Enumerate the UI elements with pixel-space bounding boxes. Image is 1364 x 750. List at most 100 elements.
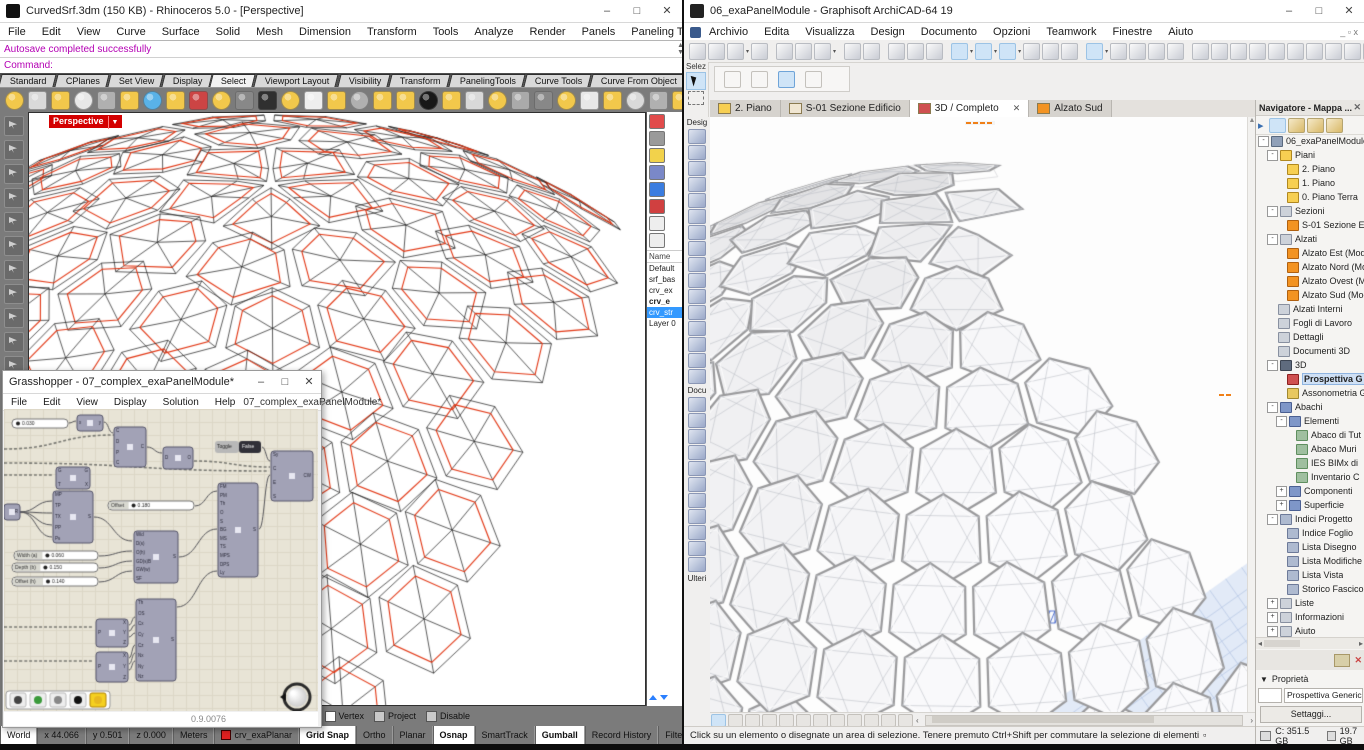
undo-icon[interactable]: [844, 43, 861, 60]
tree-item-documenti-3d[interactable]: Documenti 3D: [1256, 344, 1364, 358]
toggle-grid-snap[interactable]: Grid Snap: [299, 726, 356, 744]
tab-s-01-sezione-edificio[interactable]: S-01 Sezione Edificio: [781, 100, 910, 117]
osnap-project[interactable]: Project: [374, 711, 416, 722]
menu-design[interactable]: Design: [863, 24, 913, 40]
toggle-filter[interactable]: Filter: [658, 726, 682, 744]
disable-checkbox[interactable]: [426, 711, 437, 722]
menu-edit[interactable]: Edit: [35, 395, 68, 410]
layer-dropdown-icon[interactable]: [951, 43, 968, 60]
menu-help[interactable]: Help: [207, 395, 244, 410]
pick-parameters-icon[interactable]: [907, 43, 924, 60]
color-wheel-icon[interactable]: [189, 91, 208, 110]
tree-item-informazioni[interactable]: +Informazioni: [1256, 610, 1364, 624]
guide-lines-dropdown-icon[interactable]: [975, 43, 992, 60]
layer-scroll-arrows[interactable]: [649, 692, 668, 702]
expand-toggle[interactable]: -: [1258, 136, 1269, 147]
toggle-record-history[interactable]: Record History: [585, 726, 659, 744]
archicad-viewport-canvas[interactable]: [710, 117, 1256, 712]
measure-icon[interactable]: [1230, 43, 1247, 60]
scroll-left-icon[interactable]: ‹: [916, 716, 919, 725]
model-size-icon[interactable]: [711, 714, 726, 727]
open-file-icon[interactable]: [708, 43, 725, 60]
fit-icon[interactable]: [1249, 43, 1266, 60]
new-file-icon[interactable]: [51, 91, 70, 110]
view-map-icon[interactable]: [1288, 118, 1305, 133]
layer-row[interactable]: Default: [647, 263, 683, 274]
undo-icon[interactable]: [97, 91, 116, 110]
polyline-tool-icon[interactable]: [4, 260, 24, 280]
tree-item-piani[interactable]: -Piani: [1256, 148, 1364, 162]
close-button[interactable]: ✕: [1334, 1, 1364, 21]
toolbox-tool-icon[interactable]: [688, 493, 706, 508]
grasshopper-canvas[interactable]: [4, 409, 318, 711]
tree-item-assonometria-ge[interactable]: Assonometria Ge: [1256, 386, 1364, 400]
menu-documento[interactable]: Documento: [913, 24, 985, 40]
tree-item-inventario-c[interactable]: Inventario C: [1256, 470, 1364, 484]
toolbox-tool-icon[interactable]: [688, 413, 706, 428]
arc-tool-icon[interactable]: [4, 308, 24, 328]
project-chooser-icon[interactable]: ▸: [1258, 119, 1264, 132]
visibility-icon[interactable]: [212, 91, 231, 110]
tree-item-abaco-di-tut[interactable]: Abaco di Tut: [1256, 428, 1364, 442]
pan-icon[interactable]: [813, 714, 828, 727]
menu-archivio[interactable]: Archivio: [701, 24, 756, 40]
toolbox-tool-icon[interactable]: [688, 397, 706, 412]
tab-2-piano[interactable]: 2. Piano: [710, 100, 781, 117]
layer-dropdown-dropdown[interactable]: ▾: [970, 48, 973, 55]
viewport-menu-arrow[interactable]: ▼: [108, 116, 119, 129]
x-coordinate[interactable]: x 44.066: [37, 726, 86, 744]
delete-icon[interactable]: ✕: [1354, 655, 1362, 666]
spiral-tool-icon[interactable]: [511, 91, 530, 110]
polyline-icon[interactable]: [350, 91, 369, 110]
toolbox-tool-icon[interactable]: [688, 273, 706, 288]
arc-tool-icon[interactable]: [1268, 43, 1285, 60]
toggle-planar[interactable]: Planar: [393, 726, 433, 744]
layer-row[interactable]: Layer 0: [647, 318, 683, 329]
zoom-out-icon[interactable]: [796, 714, 811, 727]
viewport-hscrollbar[interactable]: [925, 715, 1244, 726]
tab-curve-from-object[interactable]: Curve From Object: [590, 74, 682, 87]
toolbox-tool-icon[interactable]: [688, 429, 706, 444]
tab-visibility[interactable]: Visibility: [337, 74, 391, 87]
diamond-panel-icon[interactable]: [580, 91, 599, 110]
maximize-button[interactable]: □: [273, 372, 297, 392]
marquee-tool-button[interactable]: [688, 91, 704, 105]
lasso-icon[interactable]: [28, 91, 47, 110]
menu-view[interactable]: View: [69, 24, 109, 40]
orbit-icon[interactable]: [830, 714, 845, 727]
hand-icon[interactable]: [327, 91, 346, 110]
archicad-3d-viewport[interactable]: ▲: [710, 117, 1256, 712]
project-checkbox[interactable]: [374, 711, 385, 722]
toolbox-tool-icon[interactable]: [688, 525, 706, 540]
surface-tool-icon[interactable]: [442, 91, 461, 110]
groups-dropdown-icon[interactable]: [1086, 43, 1103, 60]
menu-file[interactable]: File: [3, 395, 35, 410]
toolbox-tool-icon[interactable]: [688, 145, 706, 160]
toolbox-tool-icon[interactable]: [688, 557, 706, 572]
info-box-icon[interactable]: [1110, 43, 1127, 60]
tree-item-1-piano[interactable]: 1. Piano: [1256, 176, 1364, 190]
expand-toggle[interactable]: -: [1267, 150, 1278, 161]
tree-item-dettagli[interactable]: Dettagli: [1256, 330, 1364, 344]
zoom-in-icon[interactable]: [779, 714, 794, 727]
tree-item-06-exapanelmodule[interactable]: -06_exaPanelModule: [1256, 134, 1364, 148]
tree-item-s-01-sezione-ed[interactable]: S-01 Sezione Ed: [1256, 218, 1364, 232]
layer-row[interactable]: srf_bas: [647, 274, 683, 285]
tree-item-lista-vista[interactable]: Lista Vista: [1256, 568, 1364, 582]
expand-toggle[interactable]: +: [1276, 486, 1287, 497]
close-button[interactable]: ✕: [297, 372, 321, 392]
tree-item-0-piano-terra[interactable]: 0. Piano Terra: [1256, 190, 1364, 204]
tab-display[interactable]: Display: [161, 74, 212, 87]
tree-item-storico-fascicolo[interactable]: Storico Fascicolo: [1256, 582, 1364, 596]
tree-item-lista-modifiche[interactable]: Lista Modifiche: [1256, 554, 1364, 568]
blob-icon[interactable]: [281, 91, 300, 110]
toggle-gumball[interactable]: Gumball: [535, 726, 585, 744]
zoom-percent-icon[interactable]: [762, 714, 777, 727]
extrude-srf-icon[interactable]: [166, 91, 185, 110]
paste-dropdown[interactable]: ▾: [833, 48, 836, 55]
loft-tool-icon[interactable]: [603, 91, 622, 110]
menu-transform[interactable]: Transform: [359, 24, 425, 40]
menu-analyze[interactable]: Analyze: [466, 24, 521, 40]
toolbox-tool-icon[interactable]: [688, 289, 706, 304]
y-coordinate[interactable]: y 0.501: [86, 726, 130, 744]
